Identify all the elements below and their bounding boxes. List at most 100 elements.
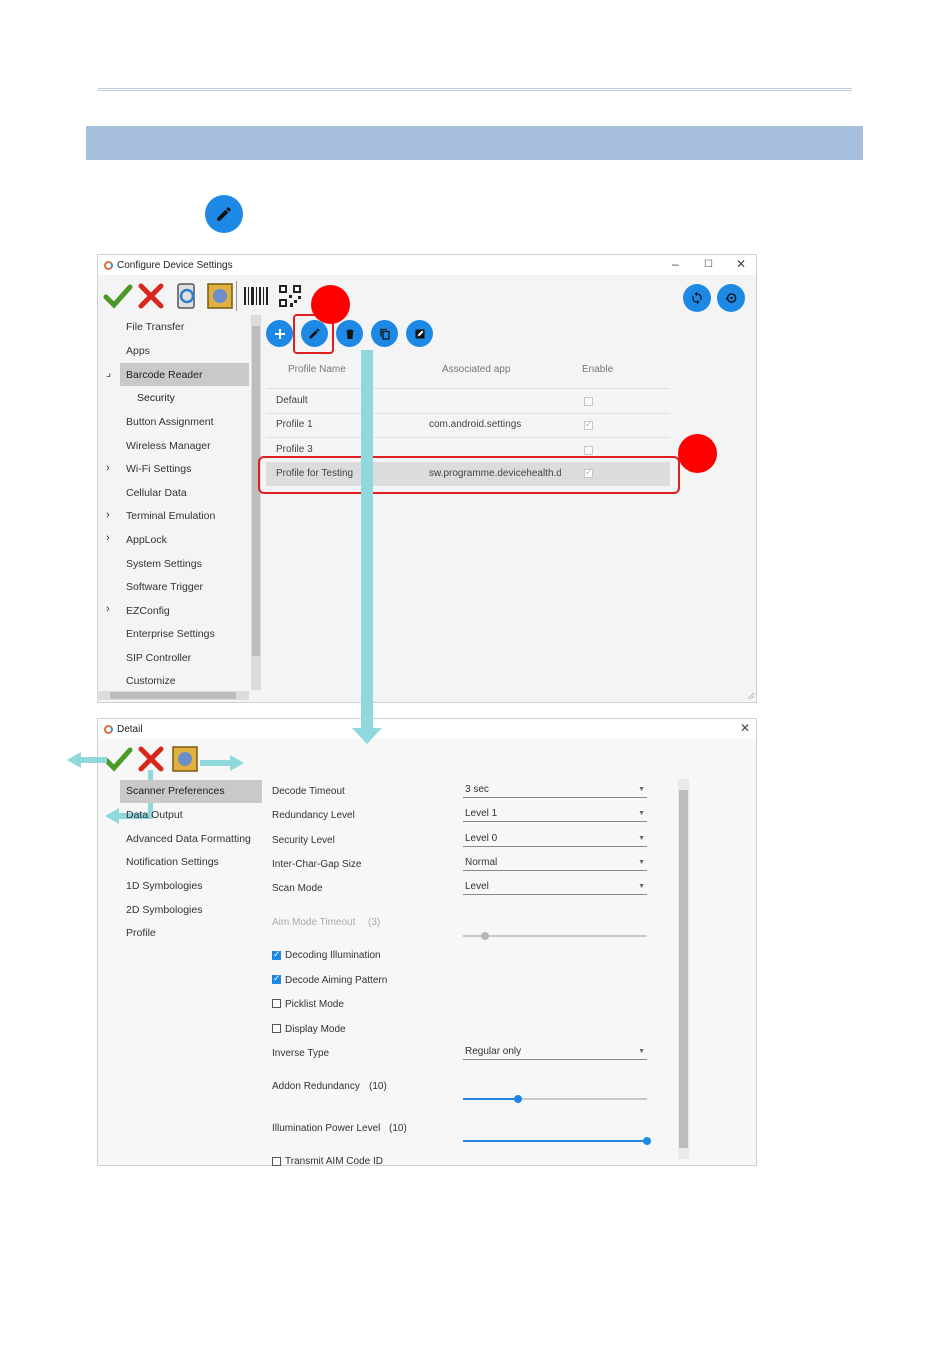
nav-item-software-trigger[interactable]: Software Trigger [126,581,203,593]
enable-checkbox[interactable] [584,419,593,430]
picklist-mode-checkbox[interactable] [272,999,281,1008]
nav-item-enterprise-settings[interactable]: Enterprise Settings [126,628,215,640]
display-mode-label: Display Mode [285,1024,346,1035]
expand-chevron-icon[interactable]: › [106,603,110,615]
decoding-illumination-label: Decoding Illumination [285,950,381,961]
restore-config-icon[interactable] [205,281,235,311]
column-header-enable[interactable]: Enable [582,364,613,375]
nav-item-system-settings[interactable]: System Settings [126,558,202,570]
history-icon[interactable] [717,284,745,312]
flow-arrow-head-icon [352,728,382,744]
slider-thumb[interactable] [643,1137,651,1145]
qr-code-icon[interactable] [275,281,305,311]
profile-name: Profile 1 [276,419,313,430]
nav-item-ezconfig[interactable]: EZConfig [126,605,170,617]
decode-timeout-label: Decode Timeout [272,786,345,797]
nav-item-data-output[interactable]: Data Output [126,809,183,821]
nav-item-apps[interactable]: Apps [126,345,150,357]
slider-fill [463,1098,519,1100]
add-profile-button[interactable] [266,320,293,347]
cancel-x-icon[interactable] [136,281,166,311]
rename-profile-button[interactable] [406,320,433,347]
nav-item-file-transfer[interactable]: File Transfer [126,321,184,333]
decode-aiming-pattern-checkbox[interactable] [272,973,281,984]
flow-arrow-shaft [361,350,373,730]
device-sync-icon[interactable] [172,281,202,311]
illumination-power-slider[interactable] [463,1137,651,1145]
transmit-aim-code-clip: Transmit AIM Code ID [284,1155,404,1165]
column-header-associated-app[interactable]: Associated app [442,364,510,375]
decode-timeout-dropdown[interactable]: 3 sec ▼ [463,784,647,798]
table-row[interactable]: Profile 1 com.android.settings [266,414,670,436]
illumination-power-label: Illumination Power Level [272,1123,381,1134]
nav-item-terminal-emulation[interactable]: Terminal Emulation [126,510,215,522]
enable-checkbox[interactable] [584,397,593,406]
callout-marker-2 [678,434,717,473]
nav-item-button-assignment[interactable]: Button Assignment [126,416,214,428]
table-row[interactable]: Default [266,390,670,412]
chevron-down-icon: ▼ [638,835,645,842]
nav-item-sip-controller[interactable]: SIP Controller [126,652,191,664]
section-band [86,126,863,160]
transmit-aim-code-label: Transmit AIM Code ID [285,1156,383,1165]
redundancy-level-dropdown[interactable]: Level 1 ▼ [463,808,647,822]
window-titlebar: Configure Device Settings [98,255,756,275]
security-level-label: Security Level [272,835,335,846]
table-row[interactable]: Profile 3 [266,440,670,456]
aim-mode-timeout-label: Aim Mode Timeout [272,917,356,928]
apply-check-icon[interactable] [103,744,133,774]
nav-item-1d-symbologies[interactable]: 1D Symbologies [126,880,202,892]
display-mode-checkbox[interactable] [272,1024,281,1033]
sync-icon[interactable] [683,284,711,312]
nav-item-profile[interactable]: Profile [126,927,156,939]
barcode-icon[interactable] [241,281,271,311]
inverse-type-dropdown[interactable]: Regular only ▼ [463,1046,647,1060]
nav-item-advanced-data-formatting[interactable]: Advanced Data Formatting [126,833,251,845]
chevron-down-icon: ▼ [638,810,645,817]
expand-chevron-icon[interactable]: › [106,462,110,474]
dropdown-value: Level [465,881,489,892]
delete-profile-button[interactable] [336,320,363,347]
illumination-power-value: (10) [389,1123,407,1134]
nav-item-2d-symbologies[interactable]: 2D Symbologies [126,904,202,916]
close-icon[interactable]: ✕ [740,721,750,735]
apply-check-icon[interactable] [103,281,133,311]
security-level-dropdown[interactable]: Level 0 ▼ [463,833,647,847]
aim-mode-timeout-value: (3) [368,917,381,928]
addon-redundancy-slider[interactable] [463,1095,647,1103]
nav-item-applock[interactable]: AppLock [126,534,167,546]
maximize-icon[interactable]: ☐ [704,259,713,270]
close-icon[interactable]: ✕ [736,257,746,271]
nav-hscrollbar-thumb[interactable] [110,692,236,699]
chevron-down-icon: ▼ [638,1048,645,1055]
nav-item-barcode-reader[interactable]: Barcode Reader [126,369,202,381]
column-header-profile-name[interactable]: Profile Name [288,364,346,375]
copy-profile-button[interactable] [371,320,398,347]
settings-scrollbar-thumb[interactable] [679,790,688,1148]
resize-grip-icon[interactable] [745,690,755,700]
window-title: Configure Device Settings [117,259,233,271]
nav-item-wireless-manager[interactable]: Wireless Manager [126,440,211,452]
collapse-chevron-icon[interactable]: ⌟ [106,366,111,379]
addon-redundancy-value: (10) [369,1081,387,1092]
scan-mode-dropdown[interactable]: Level ▼ [463,881,647,895]
minimize-icon[interactable]: – [672,257,679,271]
decoding-illumination-checkbox[interactable] [272,949,281,960]
header-rule [98,88,852,91]
transmit-aim-code-checkbox[interactable] [272,1157,281,1166]
arrow-right-icon [200,755,244,771]
expand-chevron-icon[interactable]: › [106,532,110,544]
nav-item-notification-settings[interactable]: Notification Settings [126,856,219,868]
decode-aiming-pattern-label: Decode Aiming Pattern [285,975,388,986]
nav-item-wifi-settings[interactable]: Wi-Fi Settings [126,463,191,475]
nav-item-customize[interactable]: Customize [126,675,176,687]
expand-chevron-icon[interactable]: › [106,509,110,521]
enable-checkbox[interactable] [584,446,593,455]
nav-item-security[interactable]: Security [137,392,175,404]
inter-char-gap-dropdown[interactable]: Normal ▼ [463,857,647,871]
aim-mode-timeout-slider[interactable] [463,932,647,940]
restore-config-icon[interactable] [170,744,200,774]
window-title: Detail [117,723,143,735]
nav-item-scanner-preferences[interactable]: Scanner Preferences [126,785,225,797]
nav-item-cellular-data[interactable]: Cellular Data [126,487,187,499]
